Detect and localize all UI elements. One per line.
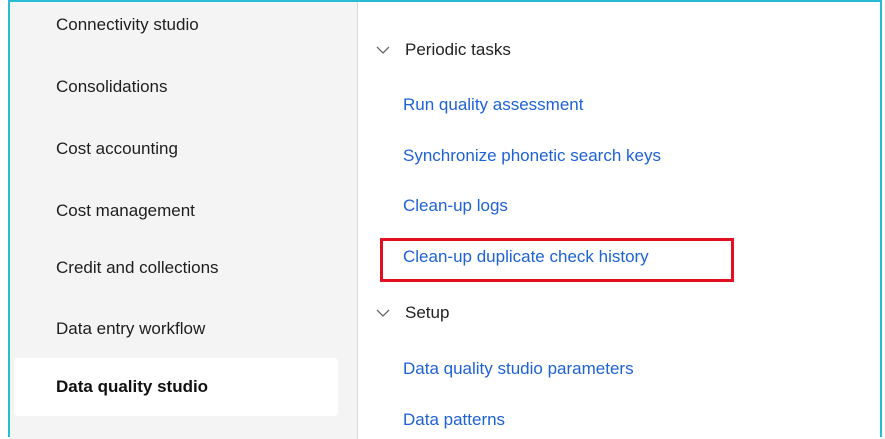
link-synchronize-phonetic-search-keys[interactable]: Synchronize phonetic search keys [403, 146, 661, 166]
group-header-periodic-tasks[interactable]: Periodic tasks [373, 36, 511, 64]
workspace-frame: Connectivity studio Consolidations Cost … [8, 0, 882, 439]
module-sidebar: Connectivity studio Consolidations Cost … [10, 2, 358, 439]
link-data-patterns[interactable]: Data patterns [403, 410, 505, 430]
sidebar-item-cost-management[interactable]: Cost management [14, 182, 338, 240]
sidebar-item-data-quality-studio[interactable]: Data quality studio [14, 358, 338, 416]
link-clean-up-logs[interactable]: Clean-up logs [403, 196, 508, 216]
sidebar-item-consolidations[interactable]: Consolidations [14, 58, 338, 116]
workspace-links-panel: Periodic tasks Run quality assessment Sy… [359, 2, 880, 439]
chevron-down-icon [373, 304, 395, 322]
sidebar-item-credit-and-collections[interactable]: Credit and collections [14, 239, 338, 297]
sidebar-item-data-entry-workflow[interactable]: Data entry workflow [14, 300, 338, 358]
sidebar-item-cost-accounting[interactable]: Cost accounting [14, 120, 338, 178]
group-title: Periodic tasks [405, 40, 511, 59]
group-header-setup[interactable]: Setup [373, 299, 449, 327]
chevron-down-icon [373, 41, 395, 59]
link-data-quality-studio-parameters[interactable]: Data quality studio parameters [403, 359, 634, 379]
highlight-box [380, 238, 734, 282]
sidebar-item-connectivity-studio[interactable]: Connectivity studio [14, 0, 338, 54]
link-run-quality-assessment[interactable]: Run quality assessment [403, 95, 583, 115]
group-title: Setup [405, 303, 450, 322]
